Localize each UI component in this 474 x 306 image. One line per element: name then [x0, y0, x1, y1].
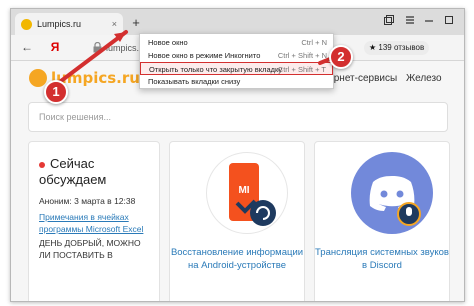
maximize-icon[interactable]: [441, 15, 457, 28]
comment-text: ДЕНЬ ДОБРЫЙ, МОЖНО ЛИ ПОСТАВИТЬ В: [39, 238, 141, 260]
callout-badge-1: 1: [44, 80, 68, 104]
article-caption[interactable]: Восстановление информации на Android-уст…: [170, 246, 304, 272]
tab-strip: Lumpics.ru × +: [11, 9, 464, 35]
close-tab-icon[interactable]: ×: [112, 19, 117, 29]
menu-item-tabs-at-bottom[interactable]: Показывать вкладки снизу: [140, 75, 333, 88]
comment-author: Аноним: 3 марта в 12:38: [39, 196, 136, 206]
logo-icon: [29, 69, 47, 87]
menu-item-reopen-closed-tab[interactable]: Открыть только что закрытую вкладку Ctrl …: [140, 62, 333, 75]
page-content: lumpics.ru Интернет-сервисы Железо Поиск…: [11, 61, 464, 301]
tab-context-menu: Новое окно Ctrl + N Новое окно в режиме И…: [139, 33, 334, 89]
search-input[interactable]: Поиск решения...: [28, 102, 448, 132]
favicon-icon: [21, 18, 32, 30]
reviews-count: 139 отзывов: [378, 43, 425, 52]
live-dot-icon: [39, 161, 45, 168]
discord-icon: [351, 152, 433, 234]
yandex-button[interactable]: Я: [47, 40, 63, 54]
article-caption[interactable]: Трансляция системных звуков в Discord: [315, 246, 449, 272]
tab-lumpics[interactable]: Lumpics.ru ×: [15, 13, 123, 35]
minimize-icon[interactable]: [421, 15, 437, 28]
browser-window: Lumpics.ru × + ← Я lumpics.ru ★ 139 отзы…: [10, 8, 465, 302]
back-button[interactable]: ←: [19, 40, 35, 54]
star-icon: ★: [369, 43, 377, 52]
article-card-discord[interactable]: Трансляция системных звуков в Discord: [314, 141, 450, 301]
tab-title: Lumpics.ru: [37, 19, 82, 29]
new-tab-button[interactable]: +: [128, 15, 144, 31]
article-card-recovery[interactable]: MI Восстановление информации на Android-…: [169, 141, 305, 301]
lock-icon: [93, 42, 102, 53]
callout-badge-2: 2: [329, 45, 353, 69]
discussion-title: Сейчас обсуждаем: [39, 156, 107, 187]
tabs-overview-icon[interactable]: [381, 15, 397, 28]
menu-icon[interactable]: [402, 15, 418, 28]
xiaomi-recovery-icon: MI: [206, 152, 288, 234]
svg-text:MI: MI: [238, 185, 249, 196]
comment-article-link[interactable]: Примечания в ячейках программы Microsoft…: [39, 211, 149, 235]
menu-item-new-incognito-window[interactable]: Новое окно в режиме Инкогнито Ctrl + Shif…: [140, 49, 333, 62]
reviews-badge[interactable]: ★ 139 отзывов: [364, 41, 430, 55]
menu-item-new-window[interactable]: Новое окно Ctrl + N: [140, 36, 333, 49]
menu-hardware[interactable]: Железо: [406, 73, 442, 84]
discussion-card: Сейчас обсуждаем Аноним: 3 марта в 12:38…: [28, 141, 160, 301]
